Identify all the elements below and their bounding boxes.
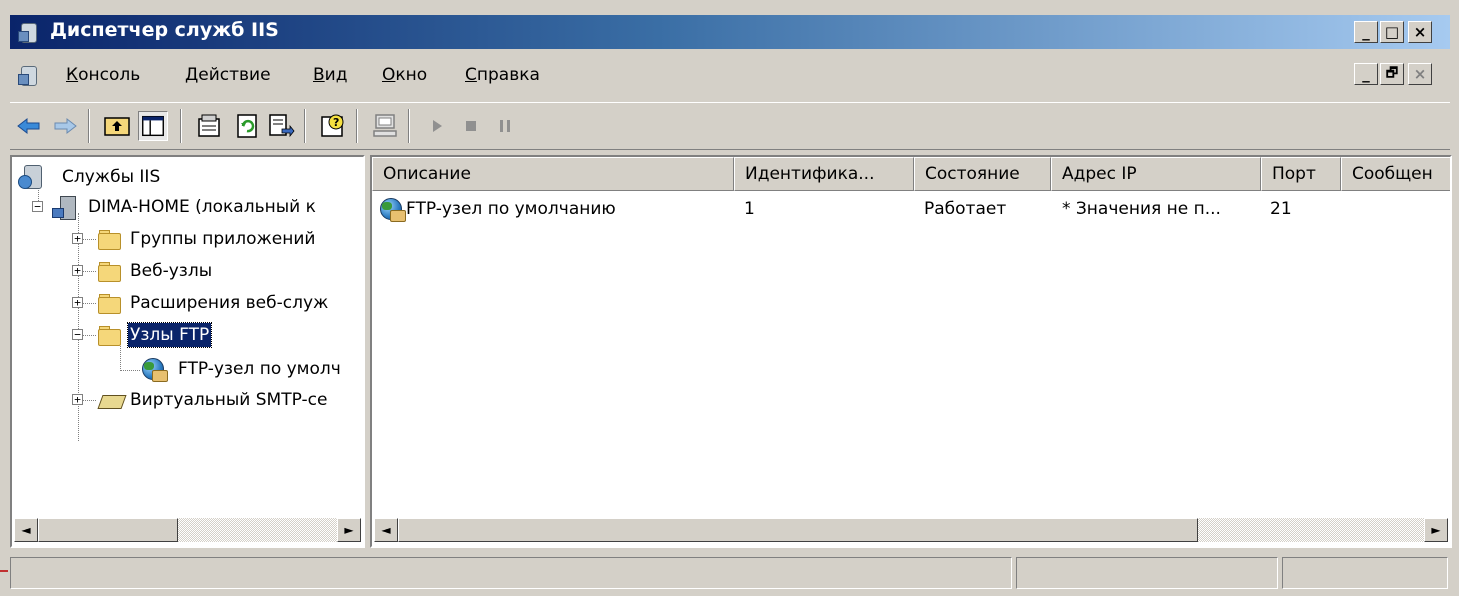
toolbar-separator [88,109,90,143]
websites-expander[interactable]: + [72,265,83,276]
scroll-right-button[interactable]: ► [337,518,361,542]
ftp-sites-expander[interactable]: − [72,329,83,340]
mdi-restore-button[interactable]: 🗗 [1380,63,1404,85]
scroll-thumb[interactable] [398,518,1198,542]
menu-action[interactable]: Действие [185,65,271,85]
export-icon[interactable] [266,111,296,141]
title-bar[interactable]: Диспетчер служб IIS _ □ × [10,15,1450,49]
pause-icon[interactable] [490,111,520,141]
server-collapse-expander[interactable]: − [32,201,43,212]
mdi-minimize-button[interactable]: _ [1354,63,1378,85]
forward-icon[interactable] [50,111,80,141]
cell-identifier: 1 [744,199,755,219]
window-title: Диспетчер служб IIS [50,19,279,41]
ftp-site-icon [378,196,406,222]
up-folder-icon[interactable] [102,111,132,141]
cell-description: FTP-узел по умолчанию [406,199,616,219]
stop-icon[interactable] [456,111,486,141]
status-panel-2 [1016,557,1278,589]
console-icon [18,64,38,86]
scroll-thumb[interactable] [38,518,178,542]
mmc-window: Диспетчер служб IIS _ □ × Консоль Действ… [0,0,1459,596]
server-icon [52,196,76,220]
folder-icon [98,230,121,250]
menu-help[interactable]: Справка [465,65,540,85]
cell-port: 21 [1270,199,1292,219]
web-extensions-expander[interactable]: + [72,297,83,308]
toolbar-separator [180,109,182,143]
folder-icon [98,262,121,282]
ftp-site-icon [140,356,168,382]
status-panel-main [10,557,1012,589]
tree-hscrollbar[interactable]: ◄ ► [14,518,361,542]
properties-icon[interactable] [194,111,224,141]
status-panel-3 [1282,557,1448,589]
back-icon[interactable] [14,111,44,141]
column-header-identifier[interactable]: Идентифика... [734,157,914,191]
maximize-button[interactable]: □ [1380,21,1404,43]
column-header-state[interactable]: Состояние [914,157,1051,191]
menu-bar: Консоль Действие Вид Окно Справка _ 🗗 × [10,55,1450,95]
tree-pane: Службы IIS − DIMA-HOME (локальный к + Гр… [10,155,365,548]
show-tree-icon[interactable] [138,111,168,141]
app-pools-expander[interactable]: + [72,233,83,244]
help-icon[interactable]: ? [318,111,348,141]
toolbar-separator [408,109,410,143]
smtp-expander[interactable]: + [72,394,83,405]
minimize-button[interactable]: _ [1354,21,1378,43]
cell-ip-address: * Значения не п... [1062,199,1221,219]
iis-app-icon [18,21,38,43]
scroll-left-button[interactable]: ◄ [374,518,398,542]
folder-icon [98,294,121,314]
cell-state: Работает [924,199,1007,219]
mdi-close-button[interactable]: × [1408,63,1432,85]
scroll-right-button[interactable]: ► [1424,518,1448,542]
toolbar-separator [356,109,358,143]
red-accent-line [0,570,8,572]
column-header-message[interactable]: Сообщен [1341,157,1450,191]
column-header-ip-address[interactable]: Адрес IP [1051,157,1261,191]
column-header-port[interactable]: Порт [1261,157,1341,191]
iis-services-icon [18,165,42,189]
menu-window[interactable]: Окно [382,65,427,85]
refresh-icon[interactable] [232,111,262,141]
column-header-description[interactable]: Описание [372,157,734,191]
table-row[interactable]: FTP-узел по умолчанию 1 Работает * Значе… [372,195,1450,225]
folder-icon [98,326,121,346]
smtp-server-icon [97,389,127,411]
connect-icon[interactable] [370,111,400,141]
menu-view[interactable]: Вид [313,65,347,85]
close-button[interactable]: × [1408,21,1432,43]
svg-text:?: ? [333,116,339,129]
toolbar-separator [304,109,306,143]
toolbar: ? [10,102,1450,150]
scroll-left-button[interactable]: ◄ [14,518,38,542]
play-icon[interactable] [422,111,452,141]
status-bar [10,555,1450,591]
menu-console[interactable]: Консоль [66,65,140,85]
list-hscrollbar[interactable]: ◄ ► [374,518,1448,542]
list-pane: Описание Идентифика... Состояние Адрес I… [370,155,1452,548]
